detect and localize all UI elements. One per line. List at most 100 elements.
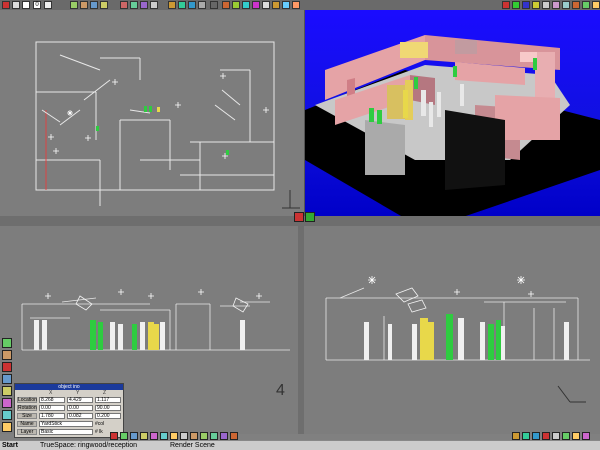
tool-icon[interactable] <box>2 374 12 384</box>
tool-icon[interactable] <box>2 386 12 396</box>
tool-icon[interactable] <box>190 432 198 440</box>
view-switch-icon[interactable] <box>305 212 315 222</box>
tool-icon[interactable] <box>130 432 138 440</box>
tool-icon[interactable] <box>80 1 88 9</box>
render-icon[interactable] <box>294 212 304 222</box>
tool-icon[interactable] <box>2 350 12 360</box>
tool-icon[interactable] <box>272 1 280 9</box>
taskbar-task[interactable]: TrueSpace: ringwood/reception <box>40 441 137 450</box>
tool-icon[interactable] <box>582 432 590 440</box>
perspective-viewport[interactable] <box>305 10 600 216</box>
tool-icon[interactable] <box>542 432 550 440</box>
side-elevation-drawing <box>325 276 590 403</box>
size-x[interactable]: 1.780 <box>39 413 65 419</box>
location-label: Location <box>17 397 37 403</box>
view-icon[interactable] <box>592 1 600 9</box>
tool-icon[interactable] <box>282 1 290 9</box>
tool-icon[interactable] <box>242 1 250 9</box>
render-scene-label: Render Scene <box>170 442 215 449</box>
tool-icon[interactable] <box>522 432 530 440</box>
layer-dropdown[interactable]: Basic <box>39 429 93 435</box>
layer-label: Layer <box>17 429 37 435</box>
size-y[interactable]: 0.082 <box>67 413 93 419</box>
taskbar: Start TrueSpace: ringwood/reception Rend… <box>0 440 600 450</box>
tool-icon[interactable] <box>120 1 128 9</box>
properties-title: object ino <box>15 384 123 390</box>
bottom-toolbar <box>110 432 410 440</box>
rotation-z[interactable]: 90.00 <box>95 405 121 411</box>
tool-icon[interactable] <box>2 410 12 420</box>
col-header-z: Z <box>103 390 107 396</box>
view-icon[interactable] <box>582 1 590 9</box>
top-viewport[interactable] <box>0 10 304 216</box>
tool-icon[interactable] <box>2 362 12 372</box>
tool-icon[interactable] <box>210 1 218 9</box>
rendered-office-scene <box>305 35 600 216</box>
tool-icon[interactable] <box>552 432 560 440</box>
tool-icon[interactable] <box>150 432 158 440</box>
tool-icon[interactable] <box>2 422 12 432</box>
side-viewport[interactable] <box>304 226 600 434</box>
location-y[interactable]: 4.429 <box>67 397 93 403</box>
tool-icon[interactable] <box>252 1 260 9</box>
tool-icon[interactable] <box>120 432 128 440</box>
name-label: Name <box>17 421 37 427</box>
zoom-field[interactable]: 0 <box>33 1 41 9</box>
bottom-right-toolbar <box>512 432 600 440</box>
tool-icon[interactable] <box>178 1 186 9</box>
tool-icon[interactable] <box>170 432 178 440</box>
scale-field[interactable] <box>44 1 52 9</box>
size-label: Size <box>17 413 37 419</box>
tool-icon[interactable] <box>198 1 206 9</box>
start-button[interactable]: Start <box>2 441 18 450</box>
color-option[interactable]: #col <box>95 421 104 427</box>
location-x[interactable]: 8.268 <box>39 397 65 403</box>
view-icon[interactable] <box>552 1 560 9</box>
tool-icon[interactable] <box>188 1 196 9</box>
tool-icon[interactable] <box>140 432 148 440</box>
view-icon[interactable] <box>542 1 550 9</box>
properties-panel: object ino X Y Z Location 8.268 4.429 1.… <box>14 383 124 438</box>
tool-icon[interactable] <box>2 338 12 348</box>
view-icon[interactable] <box>512 1 520 9</box>
object-icon[interactable] <box>12 1 20 9</box>
tool-icon[interactable] <box>2 398 12 408</box>
view-icon[interactable] <box>562 1 570 9</box>
view-icon[interactable] <box>502 1 510 9</box>
location-z[interactable]: 1.117 <box>95 397 121 403</box>
tool-icon[interactable] <box>230 432 238 440</box>
size-z[interactable]: 0.200 <box>95 413 121 419</box>
rotation-y[interactable]: 0.00 <box>67 405 93 411</box>
view-icon[interactable] <box>572 1 580 9</box>
tool-icon[interactable] <box>90 1 98 9</box>
rotation-label: Rotation <box>17 405 37 411</box>
tool-icon[interactable] <box>140 1 148 9</box>
tool-icon[interactable] <box>150 1 158 9</box>
tool-icon[interactable] <box>232 1 240 9</box>
tool-icon[interactable] <box>70 1 78 9</box>
tool-icon[interactable] <box>168 1 176 9</box>
lock-option[interactable]: # lk <box>95 429 103 435</box>
rotation-x[interactable]: 0.00 <box>39 405 65 411</box>
tool-icon[interactable] <box>532 432 540 440</box>
tool-icon[interactable] <box>572 432 580 440</box>
view-icon[interactable] <box>522 1 530 9</box>
tool-icon[interactable] <box>160 432 168 440</box>
menu-icon[interactable] <box>2 1 10 9</box>
name-field[interactable]: YardStick <box>39 421 93 427</box>
tool-icon[interactable] <box>180 432 188 440</box>
tool-icon[interactable] <box>512 432 520 440</box>
tool-icon[interactable] <box>210 432 218 440</box>
tool-icon[interactable] <box>292 1 300 9</box>
tool-icon[interactable] <box>200 432 208 440</box>
view-icon[interactable] <box>532 1 540 9</box>
tool-icon[interactable] <box>130 1 138 9</box>
tool-icon[interactable] <box>262 1 270 9</box>
tool-icon[interactable] <box>100 1 108 9</box>
tool-icon[interactable] <box>110 432 118 440</box>
tool-icon[interactable] <box>220 432 228 440</box>
axes-marker: 4 <box>276 382 285 399</box>
select-icon[interactable] <box>22 1 30 9</box>
tool-icon[interactable] <box>222 1 230 9</box>
tool-icon[interactable] <box>562 432 570 440</box>
